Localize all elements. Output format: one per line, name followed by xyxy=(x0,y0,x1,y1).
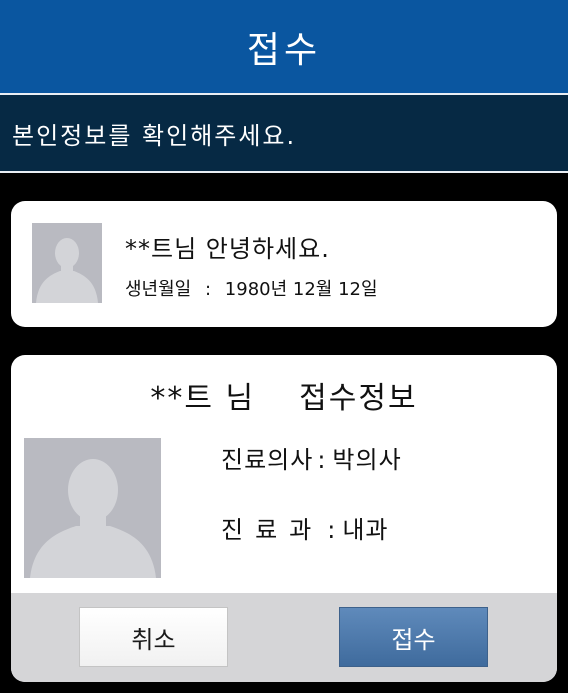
patient-avatar xyxy=(24,438,161,578)
user-silhouette-icon xyxy=(36,238,98,303)
user-avatar xyxy=(32,223,102,303)
divider xyxy=(0,171,568,173)
notice-banner: 본인정보를 확인해주세요. xyxy=(0,95,568,171)
doctor-value: 박의사 xyxy=(332,446,402,474)
department-colon: : xyxy=(327,516,337,544)
page-title: 접수 xyxy=(246,29,322,71)
reception-info-title: 접수정보 xyxy=(299,381,418,416)
doctor-colon: : xyxy=(317,446,327,474)
notice-text: 본인정보를 확인해주세요. xyxy=(12,121,297,150)
department-value: 내과 xyxy=(342,516,389,544)
department-row: 진료과: 내과 xyxy=(221,510,389,545)
button-bar: 취소 접수 xyxy=(11,593,557,682)
birth-date-row: 생년월일 : 1980년 12월 12일 xyxy=(125,275,386,301)
patient-name: **트 님 xyxy=(150,381,256,416)
reception-card: **트 님 접수정보 진료의사: 박의사 진료과: 내과 취소 접수 xyxy=(11,355,557,682)
app-header: 접수 xyxy=(0,0,568,93)
submit-button[interactable]: 접수 xyxy=(339,607,488,667)
user-silhouette-icon xyxy=(30,459,156,578)
reception-title: **트 님 접수정보 xyxy=(11,373,557,417)
department-label: 진료과 xyxy=(221,516,324,544)
greeting-text: **트님 안녕하세요. xyxy=(125,235,330,263)
doctor-row: 진료의사: 박의사 xyxy=(221,440,402,475)
birth-date-label: 생년월일 xyxy=(125,279,192,300)
birth-date-value: 1980년 12월 12일 xyxy=(224,279,378,300)
greeting-card: **트님 안녕하세요. 생년월일 : 1980년 12월 12일 xyxy=(11,201,557,327)
birth-date-colon: : xyxy=(204,279,212,300)
cancel-button[interactable]: 취소 xyxy=(79,607,228,667)
doctor-label: 진료의사 xyxy=(221,446,314,474)
